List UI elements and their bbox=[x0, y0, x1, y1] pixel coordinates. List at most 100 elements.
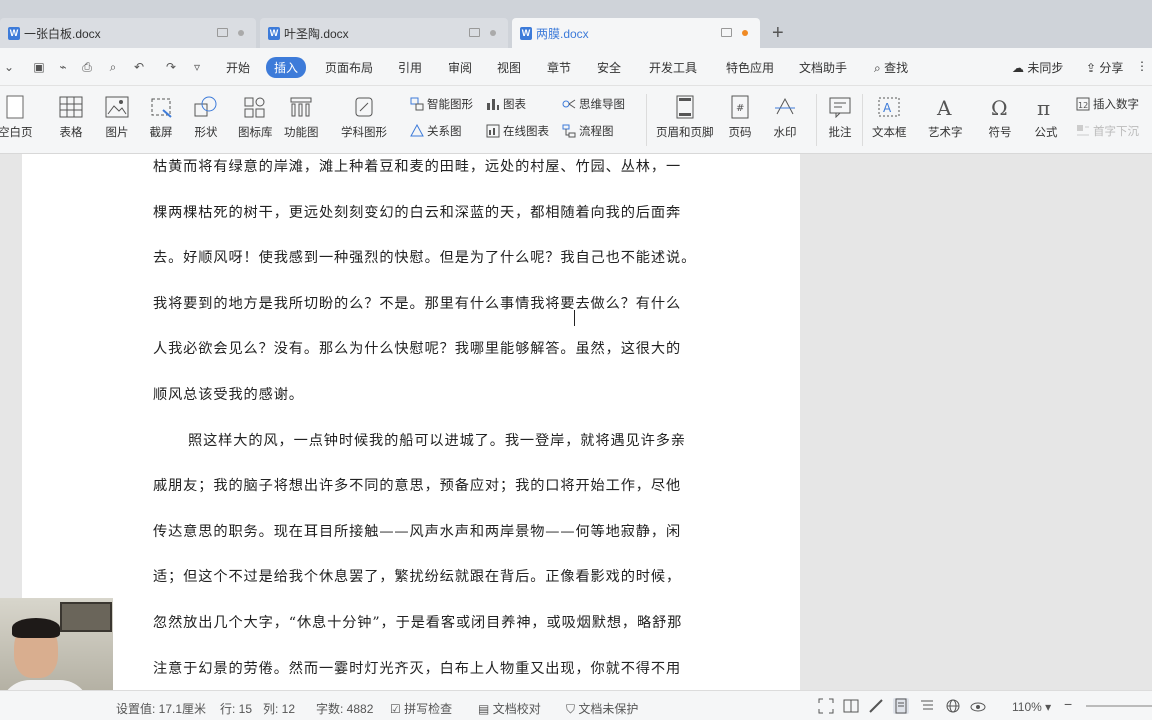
status-word-count[interactable]: 字数: 4882 bbox=[316, 700, 373, 717]
drop-cap-button[interactable]: 首字下沉 bbox=[1076, 123, 1139, 139]
undo-icon[interactable]: ↶ bbox=[132, 60, 146, 74]
menu-view[interactable]: 视图 bbox=[497, 59, 521, 76]
customize-dropdown-icon[interactable]: ▿ bbox=[190, 60, 204, 74]
sync-status[interactable]: ☁ 未同步 bbox=[1012, 59, 1063, 76]
textbox-button[interactable]: A 文本框 bbox=[872, 94, 907, 140]
shape-button[interactable]: 形状 bbox=[193, 94, 219, 140]
format-painter-icon[interactable]: ⌁ bbox=[56, 60, 70, 74]
outline-view-icon[interactable] bbox=[919, 698, 935, 714]
online-chart-label: 在线图表 bbox=[503, 126, 549, 138]
paragraph-line[interactable]: 照这样大的风，一点钟时候我的船可以进城了。我一登岸，就将遇见许多亲 bbox=[153, 428, 759, 474]
menu-start[interactable]: 开始 bbox=[226, 59, 250, 76]
table-button[interactable]: 表格 bbox=[58, 94, 84, 140]
picture-button[interactable]: 图片 bbox=[104, 94, 130, 140]
paragraph-line[interactable]: 人我必欲会见么？没有。那么为什么快慰呢？我哪里能够解答。虽然，这很大的 bbox=[153, 336, 759, 382]
tab-doc-3[interactable]: W 两膜.docx bbox=[512, 18, 760, 48]
save-icon[interactable]: ▣ bbox=[32, 60, 46, 74]
read-mode-icon[interactable] bbox=[843, 698, 859, 714]
doc-proof-button[interactable]: ▤ 文档校对 bbox=[478, 700, 541, 717]
menu-reference[interactable]: 引用 bbox=[398, 59, 422, 76]
window-icon[interactable] bbox=[721, 28, 732, 37]
mindmap-button[interactable]: 思维导图 bbox=[562, 96, 625, 112]
spell-check-icon: ☑ bbox=[390, 702, 401, 716]
print-icon[interactable]: ⎙ bbox=[80, 60, 94, 74]
spell-check-button[interactable]: ☑ 拼写检查 bbox=[390, 700, 452, 717]
header-footer-button[interactable]: 页眉和页脚 bbox=[656, 94, 714, 140]
chart-button[interactable]: 图表 bbox=[486, 96, 526, 112]
zoom-slider[interactable] bbox=[1086, 705, 1152, 707]
paragraph-line[interactable]: 枯黄而将有绿意的岸滩，滩上种着豆和麦的田畦，远处的村屋、竹园、丛林，一 bbox=[153, 154, 759, 200]
page-view-icon[interactable] bbox=[893, 698, 909, 714]
paragraph-line[interactable]: 棵两棵枯死的树干，更远处刻刻变幻的白云和深蓝的天，都相随着向我的后面奔 bbox=[153, 200, 759, 246]
menu-review[interactable]: 审阅 bbox=[448, 59, 472, 76]
function-chart-icon bbox=[288, 94, 314, 120]
icon-library-button[interactable]: 图标库 bbox=[238, 94, 273, 140]
menu-page-layout[interactable]: 页面布局 bbox=[325, 59, 373, 76]
shield-icon: ⛉ bbox=[566, 702, 576, 716]
chevron-down-icon[interactable]: ⌄ bbox=[2, 60, 16, 74]
menu-chapter[interactable]: 章节 bbox=[547, 59, 571, 76]
eye-protect-icon[interactable] bbox=[970, 698, 986, 714]
paragraph-line[interactable]: 顺风总该受我的感谢。 bbox=[153, 382, 759, 428]
menu-doc-assistant[interactable]: 文档助手 bbox=[799, 59, 847, 76]
insert-number-button[interactable]: 12 插入数字 bbox=[1076, 96, 1139, 112]
print-preview-icon[interactable]: ⌕ bbox=[106, 60, 120, 74]
paragraph-line[interactable]: 戚朋友；我的脑子将想出许多不同的意思，预备应对；我的口将开始工作，尽他 bbox=[153, 473, 759, 519]
screenshot-button[interactable]: 截屏 bbox=[148, 94, 174, 140]
more-icon[interactable]: ⋮ bbox=[1136, 59, 1148, 73]
zoom-out-button[interactable]: − bbox=[1064, 696, 1072, 712]
wordart-button[interactable]: A 艺术字 bbox=[928, 94, 963, 140]
tab-doc-2[interactable]: W 叶圣陶.docx bbox=[260, 18, 508, 48]
watermark-button[interactable]: 水印 bbox=[772, 94, 798, 140]
page-number-button[interactable]: # 页码 bbox=[727, 94, 753, 140]
write-mode-icon[interactable] bbox=[868, 698, 884, 714]
header-footer-label: 页眉和页脚 bbox=[656, 127, 714, 139]
smart-shape-button[interactable]: 智能图形 bbox=[410, 96, 473, 112]
doc-proof-label: 文档校对 bbox=[492, 702, 541, 716]
zoom-level[interactable]: 110% ▾ bbox=[1012, 700, 1051, 714]
document-body[interactable]: 枯黄而将有绿意的岸滩，滩上种着豆和麦的田畦，远处的村屋、竹园、丛林，一 棵两棵枯死… bbox=[153, 154, 759, 690]
tab-close-dot-icon[interactable] bbox=[490, 30, 496, 36]
symbol-button[interactable]: Ω 符号 bbox=[987, 94, 1013, 140]
paragraph-line[interactable]: 适；但这个不过是给我个休息罢了，繁扰纷纭就跟在背后。正像看影戏的时候， bbox=[153, 564, 759, 610]
menu-security[interactable]: 安全 bbox=[597, 59, 621, 76]
blank-page-button[interactable]: 空白页 bbox=[0, 94, 33, 140]
function-chart-button[interactable]: 功能图 bbox=[284, 94, 319, 140]
paragraph-line[interactable]: 我将要到的地方是我所切盼的么？不是。那里有什么事情我将要去做么？有什么 bbox=[153, 291, 759, 337]
document-page[interactable]: 枯黄而将有绿意的岸滩，滩上种着豆和麦的田畦，远处的村屋、竹园、丛林，一 棵两棵枯死… bbox=[22, 154, 800, 690]
status-row: 行: 15 bbox=[220, 702, 253, 716]
fullscreen-icon[interactable] bbox=[818, 698, 834, 714]
paragraph-line[interactable]: 忽然放出几个大字，“休息十分钟”，于是看客或闭目养神，或吸烟默想，略舒那 bbox=[153, 610, 759, 656]
window-icon[interactable] bbox=[469, 28, 480, 37]
redo-icon[interactable]: ↷ bbox=[164, 60, 178, 74]
flowchart-button[interactable]: 流程图 bbox=[562, 123, 614, 139]
online-chart-icon bbox=[486, 124, 500, 138]
tab-close-dot-icon[interactable] bbox=[238, 30, 244, 36]
relation-chart-button[interactable]: 关系图 bbox=[410, 123, 462, 139]
paragraph-line[interactable]: 注意于幻景的劳倦。然而一霎时灯光齐灭，白布上人物重又出现，你就不得不用 bbox=[153, 656, 759, 690]
new-tab-plus-icon[interactable]: + bbox=[772, 22, 784, 45]
tab-doc-1[interactable]: W 一张白板.docx bbox=[0, 18, 256, 48]
doc-protect-label: 文档未保护 bbox=[578, 702, 639, 716]
menu-developer[interactable]: 开发工具 bbox=[649, 59, 697, 76]
bar-chart-icon bbox=[486, 97, 500, 111]
svg-text:A: A bbox=[936, 96, 952, 118]
icon-library-icon bbox=[242, 94, 268, 120]
window-icon[interactable] bbox=[217, 28, 228, 37]
menu-insert[interactable]: 插入 bbox=[266, 57, 307, 78]
tab-unsaved-dot-icon[interactable] bbox=[742, 30, 748, 36]
paragraph-line[interactable]: 去。好顺风呀！使我感到一种强烈的快慰。但是为了什么呢？我自己也不能述说。 bbox=[153, 245, 759, 291]
formula-button[interactable]: π 公式 bbox=[1033, 94, 1059, 140]
menu-special[interactable]: 特色应用 bbox=[726, 59, 774, 76]
search-button[interactable]: ⌕ 查找 bbox=[874, 59, 908, 76]
online-chart-button[interactable]: 在线图表 bbox=[486, 123, 549, 139]
page-number-icon: # bbox=[727, 94, 753, 120]
share-button[interactable]: ⇪ 分享 bbox=[1086, 59, 1123, 76]
subject-shape-button[interactable]: 学科图形 bbox=[341, 94, 387, 140]
comment-button[interactable]: 批注 bbox=[827, 94, 853, 140]
formula-label: 公式 bbox=[1034, 127, 1058, 139]
doc-protect-button[interactable]: ⛉ 文档未保护 bbox=[566, 700, 638, 717]
web-view-icon[interactable] bbox=[945, 698, 961, 714]
status-setting-value[interactable]: 设置值: 17.1厘米 bbox=[116, 700, 206, 717]
paragraph-line[interactable]: 传达意思的职务。现在耳目所接触——风声水声和两岸景物——何等地寂静，闲 bbox=[153, 519, 759, 565]
